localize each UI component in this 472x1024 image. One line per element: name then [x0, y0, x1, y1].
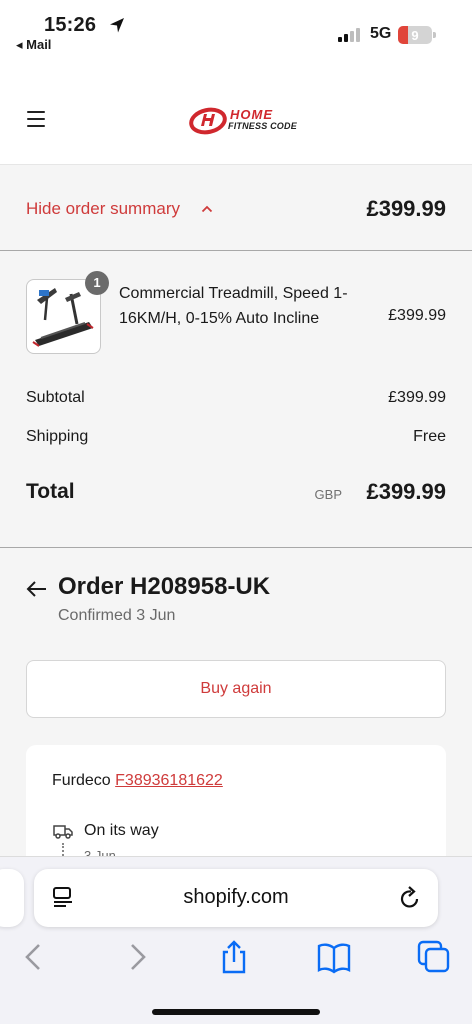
order-summary-toggle[interactable]: Hide order summary £399.99	[0, 165, 472, 251]
order-title: Order H208958-UK	[58, 573, 271, 600]
product-thumbnail: 1	[26, 271, 109, 354]
product-title: Commercial Treadmill, Speed 1-16KM/H, 0-…	[119, 285, 348, 327]
subtotal-row: Subtotal £399.99	[26, 389, 446, 407]
order-status-section: Order H208958-UK Confirmed 3 Jun Buy aga…	[0, 548, 472, 885]
browser-toolbar: shopify.com	[0, 856, 472, 1024]
logo-home-text: HOME	[230, 107, 273, 122]
total-label: Total	[26, 480, 75, 503]
back-to-app-link[interactable]: ◂ Mail	[16, 37, 51, 53]
battery-level: 9	[411, 27, 419, 43]
hamburger-icon[interactable]	[27, 111, 45, 127]
shipping-row: Shipping Free	[26, 428, 446, 446]
shipping-label: Shipping	[26, 428, 89, 445]
toggle-summary-label[interactable]: Hide order summary	[26, 199, 180, 219]
logo-mark-icon	[189, 107, 227, 135]
back-icon[interactable]	[16, 939, 52, 975]
battery-icon: 9	[398, 26, 432, 44]
buy-again-button[interactable]: Buy again	[26, 660, 446, 718]
url-text[interactable]: shopify.com	[34, 886, 438, 909]
tabs-icon[interactable]	[416, 939, 452, 975]
home-indicator[interactable]	[152, 1009, 320, 1015]
tracking-number-link[interactable]: F38936181622	[115, 772, 223, 789]
battery-tip	[433, 32, 436, 38]
order-summary: Hide order summary £399.99 1 Commercial …	[0, 164, 472, 548]
product-price: £399.99	[388, 307, 446, 324]
store-header: HOME FITNESS CODE	[0, 80, 472, 164]
summary-total-price: £399.99	[366, 196, 446, 221]
carrier-line: Furdeco F38936181622	[52, 772, 223, 790]
location-arrow-icon	[110, 18, 124, 33]
address-bar[interactable]: shopify.com	[34, 869, 438, 927]
back-arrow-icon[interactable]	[26, 580, 48, 598]
subtotal-value: £399.99	[388, 389, 446, 406]
chevron-up-icon	[201, 205, 213, 213]
previous-tab-preview[interactable]	[0, 869, 24, 927]
status-bar: 15:26 ◂ Mail 5G 9	[0, 0, 472, 60]
total-value: £399.99	[366, 479, 446, 504]
shipment-status: On its way	[84, 822, 159, 839]
share-icon[interactable]	[216, 939, 252, 975]
signal-icon	[338, 28, 360, 42]
order-confirmed-date: Confirmed 3 Jun	[58, 607, 176, 624]
bookmarks-icon[interactable]	[316, 939, 352, 975]
store-logo[interactable]: HOME FITNESS CODE	[188, 105, 308, 135]
reload-icon[interactable]	[398, 885, 422, 911]
status-time: 15:26	[44, 14, 97, 36]
shipping-value: Free	[413, 428, 446, 445]
line-item: 1 Commercial Treadmill, Speed 1-16KM/H, …	[26, 271, 446, 359]
forward-icon[interactable]	[119, 939, 155, 975]
quantity-badge: 1	[85, 271, 109, 295]
subtotal-label: Subtotal	[26, 389, 85, 406]
total-row: Total GBP £399.99	[26, 479, 446, 504]
total-currency: GBP	[314, 487, 342, 502]
network-type: 5G	[370, 25, 392, 42]
carrier-name: Furdeco	[52, 772, 111, 789]
logo-subtitle: FITNESS CODE	[228, 121, 297, 131]
delivery-truck-icon	[53, 825, 73, 839]
